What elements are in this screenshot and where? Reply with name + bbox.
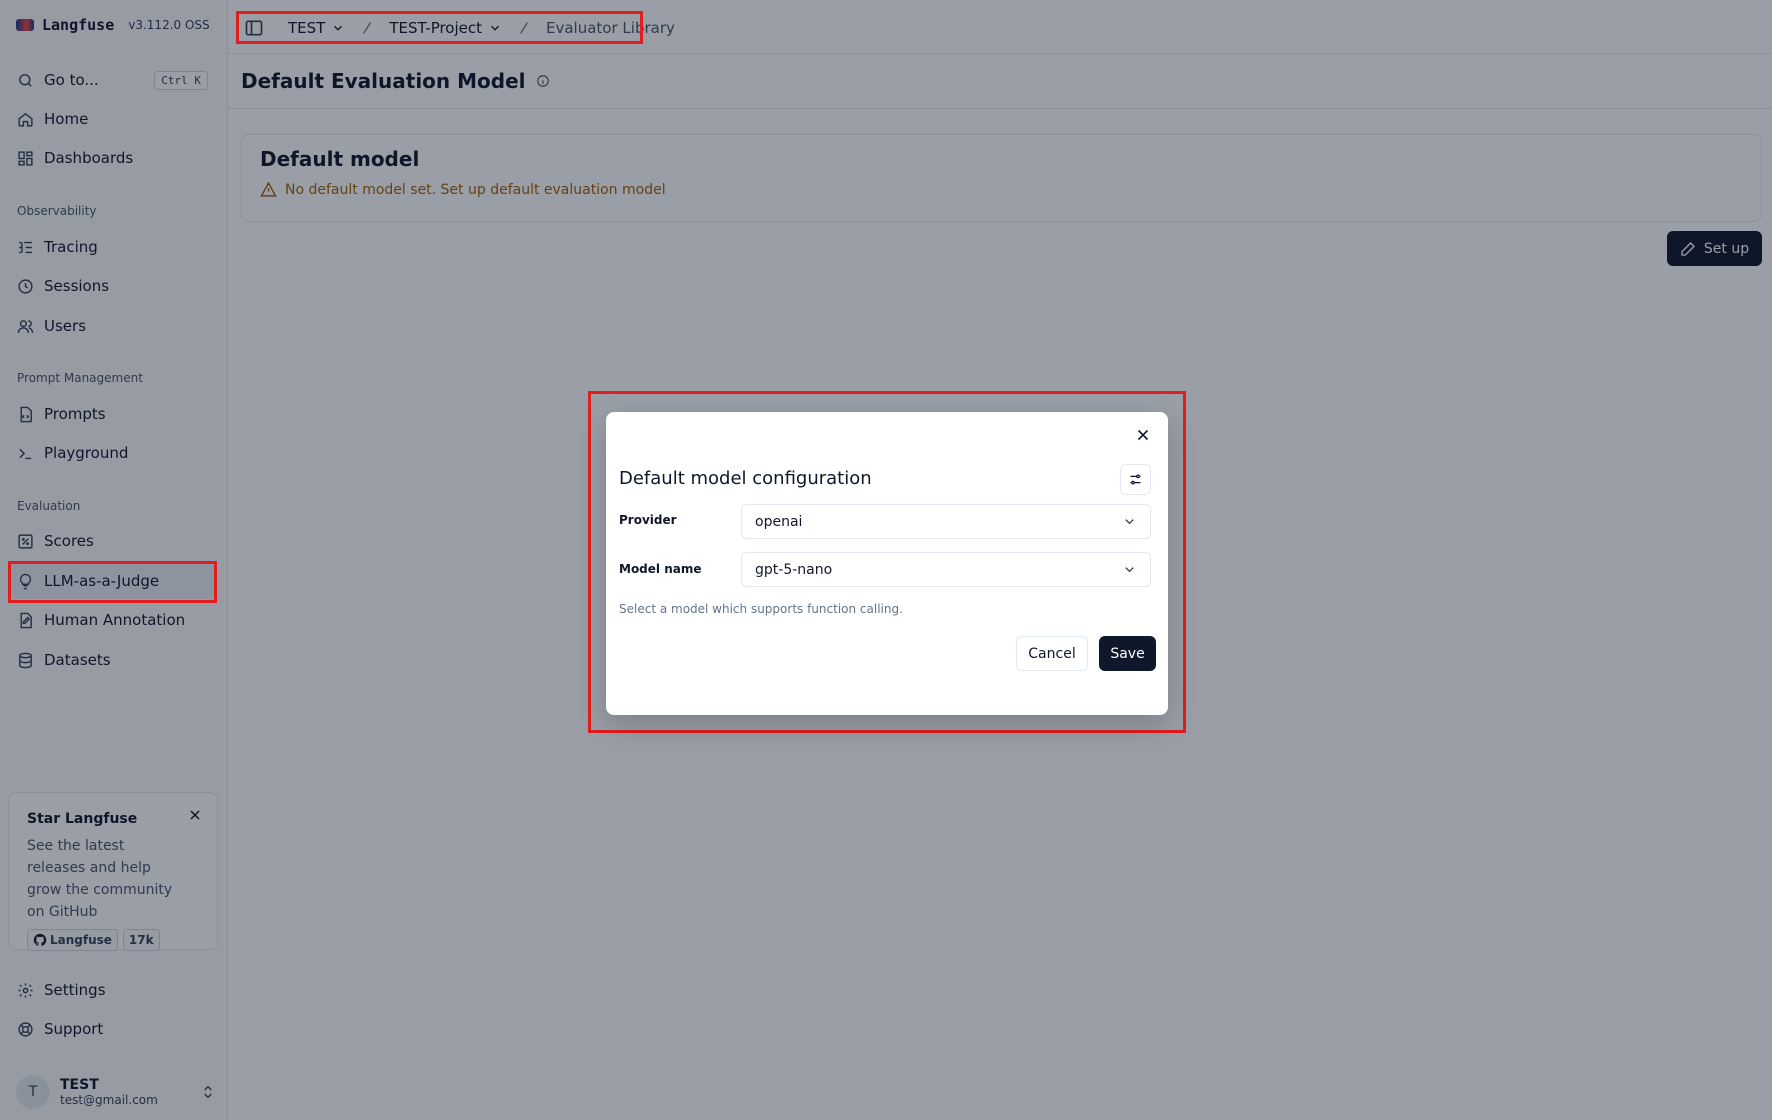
highlight-llm-as-a-judge xyxy=(8,561,217,603)
model-name-label: Model name xyxy=(619,562,702,576)
sliders-icon xyxy=(1130,474,1141,485)
cancel-button[interactable]: Cancel xyxy=(1016,636,1088,671)
provider-value: openai xyxy=(755,513,803,530)
provider-label: Provider xyxy=(619,513,677,527)
chevron-down-icon xyxy=(1125,567,1134,573)
dialog-title: Default model configuration xyxy=(619,468,872,489)
close-icon[interactable] xyxy=(1134,426,1152,444)
highlight-breadcrumb xyxy=(236,11,643,44)
model-name-value: gpt-5-nano xyxy=(755,561,833,578)
provider-select[interactable]: openai xyxy=(741,504,1151,539)
model-hint: Select a model which supports function c… xyxy=(619,602,903,616)
save-button[interactable]: Save xyxy=(1099,636,1156,671)
model-name-select[interactable]: gpt-5-nano xyxy=(741,552,1151,587)
default-model-dialog: Default model configuration Provider ope… xyxy=(606,412,1168,715)
chevron-down-icon xyxy=(1125,519,1134,525)
model-settings-button[interactable] xyxy=(1120,464,1151,495)
